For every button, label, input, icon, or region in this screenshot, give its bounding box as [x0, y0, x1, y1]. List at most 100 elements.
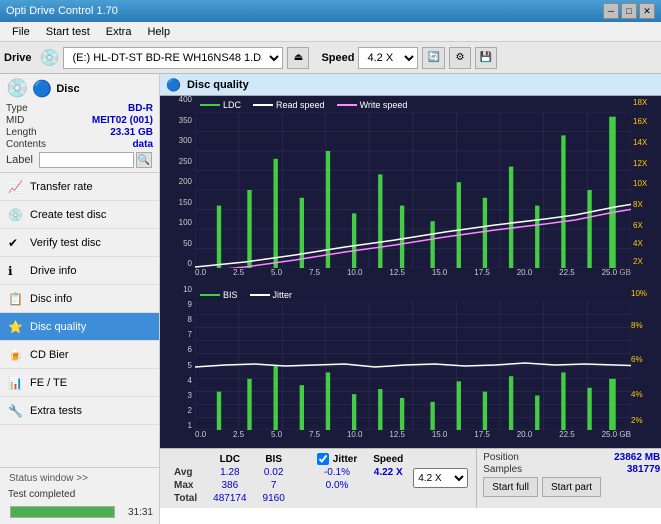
nav-verify-test-disc[interactable]: ✔ Verify test disc [0, 229, 159, 257]
cd-bier-icon: 🍺 [8, 348, 26, 362]
menu-bar: File Start test Extra Help [0, 22, 661, 42]
position-label: Position [483, 452, 519, 463]
nav-create-test-disc[interactable]: 💿 Create test disc [0, 201, 159, 229]
disc-type-value: BD-R [128, 103, 153, 114]
menu-start-test[interactable]: Start test [38, 24, 98, 40]
disc-label-button[interactable]: 🔍 [136, 152, 152, 168]
position-value: 23862 MB [614, 452, 660, 463]
nav-transfer-rate[interactable]: 📈 Transfer rate [0, 173, 159, 201]
avg-speed: 4.22 X [365, 466, 411, 479]
window-controls: ─ □ ✕ [603, 3, 655, 19]
chart-ldc-svg [195, 112, 631, 268]
save-button[interactable]: 💾 [475, 47, 497, 69]
x-axis-bottom: 0.0 2.5 5.0 7.5 10.0 12.5 15.0 17.5 20.0… [195, 430, 631, 448]
stats-table: LDC BIS Jitter Speed [166, 452, 470, 505]
start-part-button[interactable]: Start part [542, 477, 601, 497]
status-text: Test completed [4, 487, 155, 502]
minimize-button[interactable]: ─ [603, 3, 619, 19]
nav-create-test-disc-label: Create test disc [30, 209, 106, 221]
chart-ldc: LDC Read speed Write speed 400 350 30 [160, 96, 661, 286]
x-axis-top: 0.0 2.5 5.0 7.5 10.0 12.5 15.0 17.5 20.0… [195, 268, 631, 286]
disc-label-input[interactable] [39, 152, 134, 168]
nav-disc-quality-label: Disc quality [30, 321, 86, 333]
samples-value: 381779 [627, 464, 660, 475]
disc-length-value: 23.31 GB [110, 127, 153, 138]
y-axis-left-bis: 10 9 8 7 6 5 4 3 2 1 [160, 286, 195, 430]
speed-label: Speed [321, 52, 354, 64]
transfer-rate-icon: 📈 [8, 180, 26, 194]
disc-length-label: Length [6, 127, 37, 138]
avg-ldc: 1.28 [205, 466, 254, 479]
disc-mid-label: MID [6, 115, 24, 126]
chart-ldc-legend: LDC Read speed Write speed [200, 100, 407, 110]
disc-panel-icon2: 🔵 [32, 79, 52, 99]
app-title: Opti Drive Control 1.70 [6, 5, 118, 17]
max-jitter: 0.0% [309, 479, 365, 492]
stats-right: Position 23862 MB Samples 381779 Start f… [476, 449, 661, 508]
total-bis: 9160 [255, 492, 293, 505]
nav-fe-te-label: FE / TE [30, 377, 67, 389]
close-button[interactable]: ✕ [639, 3, 655, 19]
menu-help[interactable]: Help [139, 24, 178, 40]
status-window-button[interactable]: Status window >> [4, 470, 155, 487]
disc-info-icon: 📋 [8, 292, 26, 306]
jitter-checkbox[interactable] [317, 453, 329, 465]
extra-tests-icon: 🔧 [8, 404, 26, 418]
sidebar: 💿 🔵 Disc Type BD-R MID MEIT02 (001) Leng… [0, 74, 160, 524]
disc-contents-value: data [132, 139, 153, 150]
title-bar: Opti Drive Control 1.70 ─ □ ✕ [0, 0, 661, 22]
maximize-button[interactable]: □ [621, 3, 637, 19]
nav-cd-bier[interactable]: 🍺 CD Bier [0, 341, 159, 369]
eject-button[interactable]: ⏏ [287, 47, 309, 69]
nav-items: 📈 Transfer rate 💿 Create test disc ✔ Ver… [0, 173, 159, 467]
menu-extra[interactable]: Extra [98, 24, 140, 40]
drive-icon: 💿 [40, 48, 60, 68]
create-test-disc-icon: 💿 [8, 208, 26, 222]
col-speed: Speed [365, 452, 411, 466]
fe-te-icon: 📊 [8, 376, 26, 390]
legend-bis: BIS [223, 290, 238, 300]
speed-select-stats[interactable]: 4.2 X [413, 468, 468, 488]
drive-select[interactable]: (E:) HL-DT-ST BD-RE WH16NS48 1.D3 [63, 47, 283, 69]
samples-label: Samples [483, 464, 522, 475]
drive-info-icon: ℹ [8, 264, 26, 278]
nav-extra-tests[interactable]: 🔧 Extra tests [0, 397, 159, 425]
verify-test-disc-icon: ✔ [8, 236, 26, 250]
nav-drive-info[interactable]: ℹ Drive info [0, 257, 159, 285]
disc-panel-icon: 💿 [6, 78, 28, 99]
disc-contents-label: Contents [6, 139, 46, 150]
total-label: Total [166, 492, 205, 505]
speed-select[interactable]: 4.2 X [358, 47, 418, 69]
chart-bis-legend: BIS Jitter [200, 290, 292, 300]
refresh-button[interactable]: 🔄 [422, 47, 444, 69]
total-ldc: 487174 [205, 492, 254, 505]
disc-type-label: Type [6, 103, 28, 114]
chart-bis: BIS Jitter 10 9 8 7 6 5 4 3 [160, 286, 661, 448]
y-axis-left: 400 350 300 250 200 150 100 50 0 [160, 96, 195, 268]
y-axis-right: 18X 16X 14X 12X 10X 8X 6X 4X 2X [631, 96, 661, 268]
legend-read-speed: Read speed [276, 100, 325, 110]
status-time: 31:31 [123, 507, 153, 518]
main-layout: 💿 🔵 Disc Type BD-R MID MEIT02 (001) Leng… [0, 74, 661, 524]
content-area: 🔵 Disc quality LDC Read speed [160, 74, 661, 524]
max-bis: 7 [255, 479, 293, 492]
nav-transfer-rate-label: Transfer rate [30, 181, 93, 193]
legend-ldc: LDC [223, 100, 241, 110]
nav-disc-info[interactable]: 📋 Disc info [0, 285, 159, 313]
drive-label: Drive [4, 52, 32, 64]
nav-fe-te[interactable]: 📊 FE / TE [0, 369, 159, 397]
nav-disc-quality[interactable]: ⭐ Disc quality [0, 313, 159, 341]
col-bis: BIS [255, 452, 293, 466]
col-ldc: LDC [205, 452, 254, 466]
nav-extra-tests-label: Extra tests [30, 405, 82, 417]
start-full-button[interactable]: Start full [483, 477, 538, 497]
disc-quality-header-icon: 🔵 [166, 78, 181, 92]
menu-file[interactable]: File [4, 24, 38, 40]
max-label: Max [166, 479, 205, 492]
chart-bis-svg [195, 302, 631, 430]
avg-bis: 0.02 [255, 466, 293, 479]
col-jitter: Jitter [309, 452, 365, 466]
nav-disc-info-label: Disc info [30, 293, 72, 305]
settings-button[interactable]: ⚙ [449, 47, 471, 69]
toolbar: Drive 💿 (E:) HL-DT-ST BD-RE WH16NS48 1.D… [0, 42, 661, 74]
